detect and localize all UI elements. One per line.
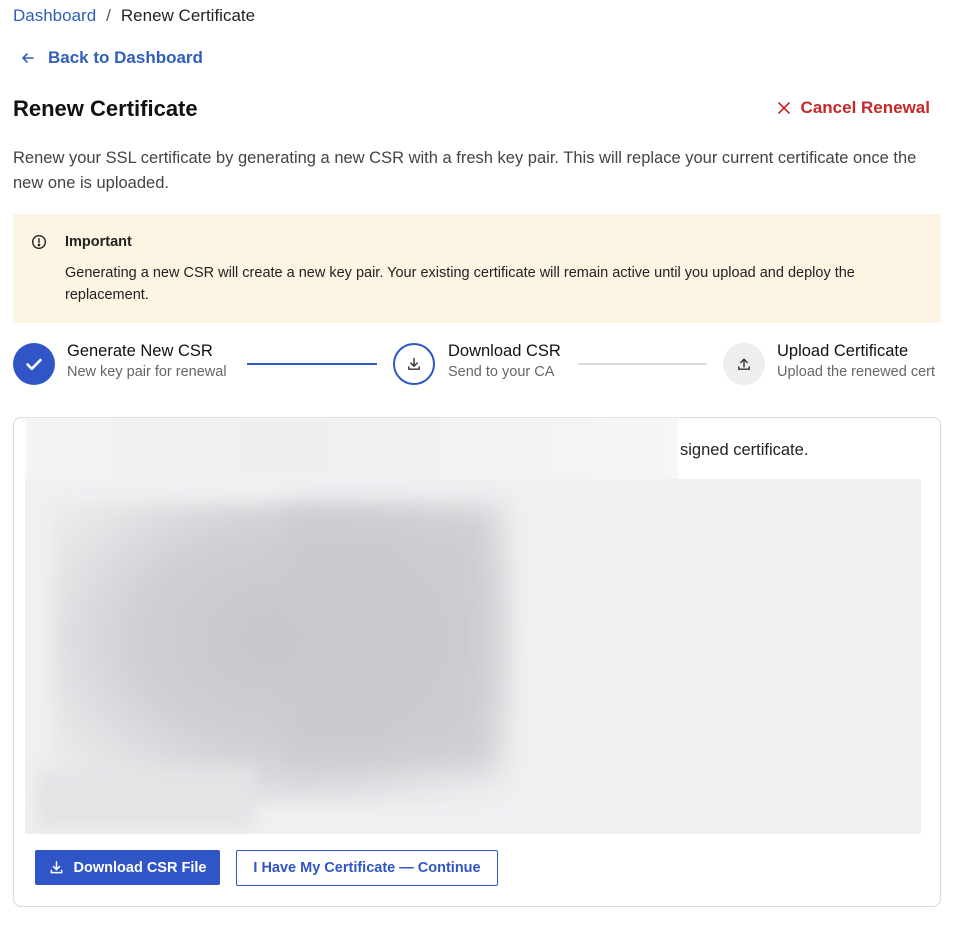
cancel-renewal-label: Cancel Renewal bbox=[800, 98, 930, 117]
step-3-pending-indicator bbox=[723, 343, 765, 385]
step-2-subtitle: Send to your CA bbox=[448, 364, 555, 380]
continue-with-certificate-button[interactable]: I Have My Certificate — Continue bbox=[236, 850, 498, 886]
step-1-subtitle: New key pair for renewal bbox=[67, 364, 227, 380]
download-csr-card: signed certificate. Download CSR File I … bbox=[13, 417, 941, 907]
breadcrumb-dashboard-link[interactable]: Dashboard bbox=[13, 6, 96, 26]
back-link-label: Back to Dashboard bbox=[48, 48, 203, 67]
close-icon bbox=[777, 102, 790, 114]
redacted-card-description bbox=[26, 418, 678, 480]
download-csr-file-button[interactable]: Download CSR File bbox=[35, 850, 220, 885]
redacted-csr-content-block bbox=[285, 509, 495, 769]
back-to-dashboard-link[interactable]: Back to Dashboard bbox=[20, 48, 203, 68]
csr-text-area[interactable] bbox=[25, 479, 921, 834]
renewal-stepper: Generate New CSR New key pair for renewa… bbox=[13, 342, 943, 386]
arrow-left-icon bbox=[22, 53, 34, 63]
card-description: signed certificate. bbox=[680, 441, 809, 459]
step-2: Download CSR Send to your CA bbox=[448, 342, 561, 380]
step-connector-2 bbox=[578, 363, 707, 365]
breadcrumb-current: Renew Certificate bbox=[120, 6, 256, 25]
alert-circle-icon bbox=[31, 234, 47, 250]
breadcrumb-separator: / bbox=[106, 6, 111, 25]
important-alert: Important Generating a new CSR will crea… bbox=[13, 214, 941, 323]
step-3: Upload Certificate Upload the renewed ce… bbox=[777, 342, 935, 380]
step-connector-1 bbox=[247, 363, 377, 365]
alert-title: Important bbox=[65, 234, 132, 250]
cancel-renewal-button[interactable]: Cancel Renewal bbox=[777, 98, 930, 118]
step-1-title: Generate New CSR bbox=[67, 342, 213, 360]
download-icon bbox=[408, 357, 420, 370]
download-icon bbox=[50, 861, 62, 874]
step-2-title: Download CSR bbox=[448, 342, 561, 360]
alert-body: Generating a new CSR will create a new k… bbox=[65, 265, 855, 303]
download-csr-file-label: Download CSR File bbox=[73, 859, 207, 876]
breadcrumb: Dashboard / Renew Certificate bbox=[13, 6, 255, 26]
check-icon bbox=[26, 358, 42, 371]
step-3-subtitle: Upload the renewed cert bbox=[777, 364, 935, 380]
step-1: Generate New CSR New key pair for renewa… bbox=[67, 342, 227, 380]
step-2-active-indicator bbox=[393, 343, 435, 385]
redacted-csr-content-tail bbox=[35, 769, 255, 829]
upload-icon bbox=[738, 358, 750, 370]
step-3-title: Upload Certificate bbox=[777, 342, 909, 360]
step-1-complete-indicator bbox=[13, 343, 55, 385]
page-title: Renew Certificate bbox=[13, 96, 198, 121]
page-description: Renew your SSL certificate by generating… bbox=[13, 149, 917, 192]
